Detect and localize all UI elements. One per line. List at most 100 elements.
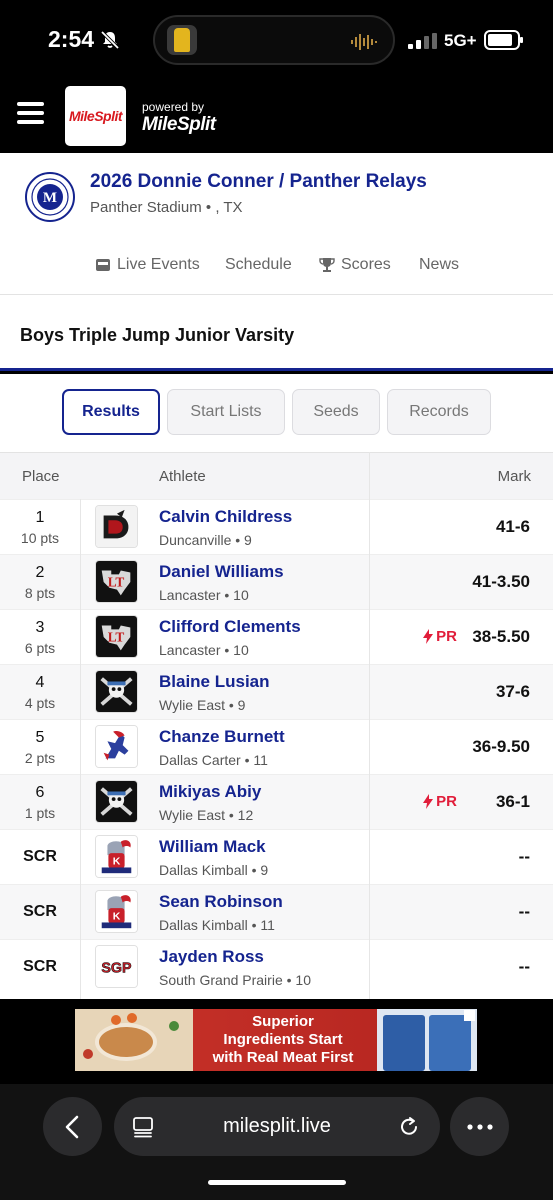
athlete-name[interactable]: Jayden Ross xyxy=(159,947,264,967)
meet-location: Panther Stadium • , TX xyxy=(90,199,243,216)
svg-text:SGP: SGP xyxy=(101,961,132,977)
hamburger-menu-icon[interactable] xyxy=(17,102,44,124)
athlete-team-grade: Dallas Kimball • 9 xyxy=(159,862,269,878)
table-row[interactable]: 1 10 pts Calvin Childress Duncanville • … xyxy=(0,499,553,554)
place-value: 4 xyxy=(35,674,45,691)
place-value: 1 xyxy=(35,509,45,526)
event-title: Boys Triple Jump Junior Varsity xyxy=(20,325,295,345)
table-row[interactable]: 3 6 pts LT Clifford Clements Lancaster •… xyxy=(0,609,553,664)
points-value: 1 pts xyxy=(24,805,56,821)
home-indicator[interactable] xyxy=(208,1180,346,1185)
points-value: 10 pts xyxy=(20,530,60,546)
athlete-name[interactable]: Mikiyas Abiy xyxy=(159,782,261,802)
ad-food-image xyxy=(75,1009,193,1071)
wylie-east-logo-icon xyxy=(95,670,138,713)
results-table: Place Athlete Mark 1 10 pts Calvin Child… xyxy=(0,452,553,999)
tab-schedule[interactable]: Schedule xyxy=(225,256,292,274)
table-row[interactable]: 4 4 pts Blaine Lusian Wylie East • 9 37-… xyxy=(0,664,553,719)
lightning-icon xyxy=(423,794,434,809)
table-row[interactable]: SCR SGP Jayden Ross South Grand Prairie … xyxy=(0,939,553,994)
athlete-name[interactable]: William Mack xyxy=(159,837,266,857)
meet-title[interactable]: 2026 Donnie Conner / Panther Relays xyxy=(90,171,427,193)
dallas-kimball-logo-icon: K xyxy=(95,890,138,933)
results-view-switcher: Results Start Lists Seeds Records xyxy=(0,374,553,452)
more-options-button[interactable] xyxy=(450,1097,509,1156)
status-time: 2:54 xyxy=(48,26,95,52)
dynamic-island[interactable] xyxy=(153,15,395,65)
site-header: MileSplit powered by MileSplit xyxy=(0,72,553,153)
mark-value: -- xyxy=(518,847,530,866)
mark-value: 36-1 xyxy=(495,792,530,811)
table-row[interactable]: 6 1 pts Mikiyas Abiy Wylie East • 12 PR … xyxy=(0,774,553,829)
seeds-button[interactable]: Seeds xyxy=(292,389,380,435)
ad-banner[interactable]: Superior Ingredients Start with Real Mea… xyxy=(75,1009,477,1071)
table-row[interactable]: 5 2 pts Chanze Burnett Dallas Carter • 1… xyxy=(0,719,553,774)
trophy-icon xyxy=(319,258,335,272)
table-row[interactable]: SCR K Sean Robinson Dallas Kimball • 11 … xyxy=(0,884,553,939)
svg-text:M: M xyxy=(43,190,57,206)
duncanville-logo-icon xyxy=(95,505,138,548)
battery-icon xyxy=(484,30,523,50)
status-bar: 2:54 5G+ xyxy=(0,0,553,72)
place-value: 2 xyxy=(35,564,45,581)
athlete-team-grade: Dallas Kimball • 11 xyxy=(159,917,275,933)
tab-news[interactable]: News xyxy=(419,256,459,274)
place-value: 5 xyxy=(35,729,45,746)
mark-value: 41-3.50 xyxy=(472,572,530,591)
milesplit-logo[interactable]: MileSplit xyxy=(65,86,126,146)
place-value: SCR xyxy=(23,848,57,865)
cellular-signal-icon xyxy=(408,33,437,49)
athlete-team-grade: Wylie East • 9 xyxy=(159,697,246,713)
personal-record-badge: PR xyxy=(423,628,457,645)
mark-value: 38-5.50 xyxy=(472,627,530,646)
svg-text:LT: LT xyxy=(108,630,125,645)
dallas-kimball-logo-icon: K xyxy=(95,835,138,878)
ad-headline-3: with Real Meat First xyxy=(212,1049,354,1066)
start-lists-button[interactable]: Start Lists xyxy=(167,389,285,435)
header-athlete: Athlete xyxy=(159,468,206,485)
tab-scores[interactable]: Scores xyxy=(319,256,391,274)
back-button[interactable] xyxy=(43,1097,102,1156)
url-text: milesplit.live xyxy=(223,1115,331,1137)
column-divider xyxy=(80,499,81,999)
event-header: Boys Triple Jump Junior Varsity xyxy=(0,295,553,371)
points-value: 4 pts xyxy=(24,695,56,711)
address-bar[interactable]: milesplit.live xyxy=(114,1097,440,1156)
ad-choices-icon[interactable] xyxy=(464,1010,475,1021)
audio-waveform-icon xyxy=(351,34,377,50)
place-value: SCR xyxy=(23,903,57,920)
athlete-name[interactable]: Daniel Williams xyxy=(159,562,284,582)
points-value: 2 pts xyxy=(24,750,56,766)
dallas-carter-logo-icon xyxy=(95,725,138,768)
now-playing-artwork-icon xyxy=(167,25,197,55)
personal-record-badge: PR xyxy=(423,793,457,810)
athlete-name[interactable]: Clifford Clements xyxy=(159,617,301,637)
bell-muted-icon xyxy=(100,30,120,50)
mark-value: 37-6 xyxy=(495,682,530,701)
athlete-name[interactable]: Chanze Burnett xyxy=(159,727,285,747)
points-value: 8 pts xyxy=(24,585,56,601)
table-row[interactable]: SCR K William Mack Dallas Kimball • 9 -- xyxy=(0,829,553,884)
records-button[interactable]: Records xyxy=(387,389,491,435)
powered-by-label: powered by xyxy=(142,100,205,114)
table-row[interactable]: 2 8 pts LT Daniel Williams Lancaster • 1… xyxy=(0,554,553,609)
reload-icon[interactable] xyxy=(397,1115,421,1139)
results-button[interactable]: Results xyxy=(62,389,160,435)
tab-live-events[interactable]: Live Events xyxy=(95,256,200,274)
lightning-icon xyxy=(423,629,434,644)
athlete-team-grade: Lancaster • 10 xyxy=(159,587,249,603)
athlete-team-grade: South Grand Prairie • 10 xyxy=(159,972,311,988)
athlete-name[interactable]: Blaine Lusian xyxy=(159,672,270,692)
header-mark: Mark xyxy=(497,468,531,485)
lancaster-logo-icon: LT xyxy=(95,615,138,658)
athlete-name[interactable]: Sean Robinson xyxy=(159,892,283,912)
column-divider xyxy=(369,452,370,999)
table-header: Place Athlete Mark xyxy=(0,452,553,499)
points-value: 6 pts xyxy=(24,640,56,656)
svg-text:K: K xyxy=(113,857,121,868)
mark-value: -- xyxy=(518,957,530,976)
svg-text:LT: LT xyxy=(108,575,125,590)
athlete-team-grade: Lancaster • 10 xyxy=(159,642,249,658)
place-value: 3 xyxy=(35,619,45,636)
athlete-name[interactable]: Calvin Childress xyxy=(159,507,292,527)
